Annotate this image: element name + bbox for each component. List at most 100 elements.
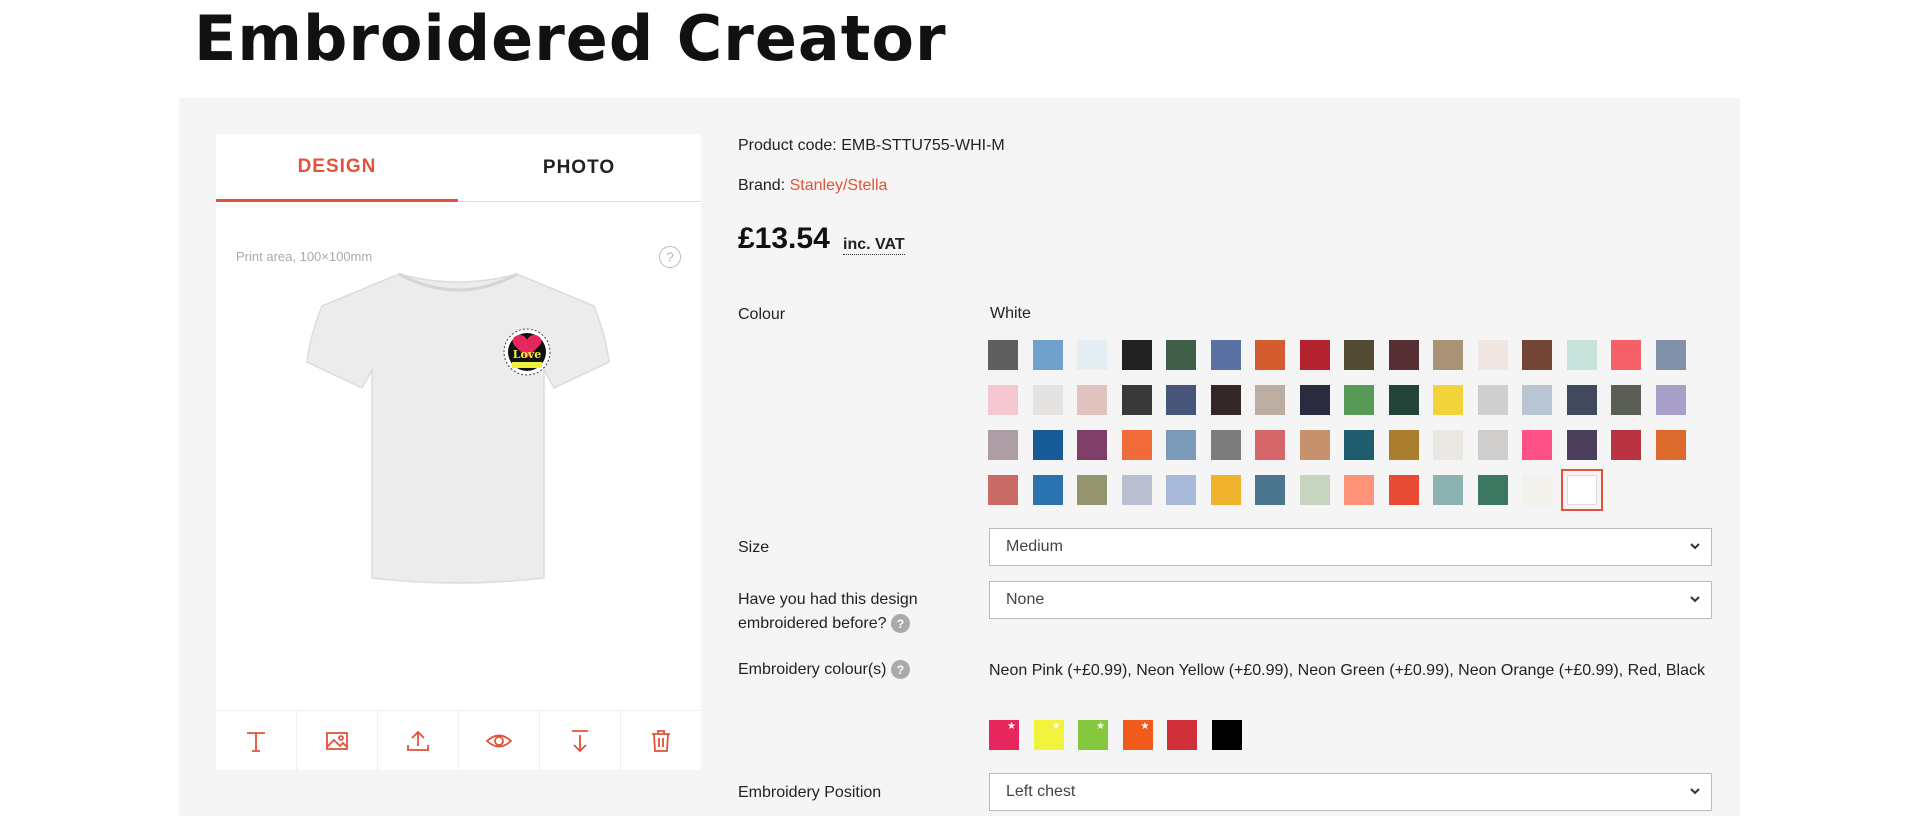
colour-swatch[interactable] [1388,430,1419,460]
embroidery-colour-swatch[interactable] [1167,720,1197,750]
colour-swatch[interactable] [1299,475,1330,505]
help-icon[interactable]: ? [891,614,910,634]
add-image-button[interactable] [297,711,378,770]
preview-card: DESIGN PHOTO Print area, 100×100mm ? Lov… [216,134,701,770]
colour-swatch[interactable] [988,385,1018,415]
colour-swatch[interactable] [1255,475,1285,505]
star-icon: ★ [1051,721,1061,732]
colour-swatch[interactable] [1077,475,1107,505]
embroidery-position-label: Embroidery Position [738,784,882,801]
colour-swatch[interactable] [1433,340,1463,370]
tab-photo[interactable]: PHOTO [458,134,700,202]
embroidery-logo[interactable]: Love [503,328,551,376]
colour-swatch[interactable] [1522,340,1552,370]
colour-swatch[interactable] [1566,430,1597,460]
upload-button[interactable] [378,711,459,770]
colour-swatch[interactable] [1611,340,1641,370]
chevron-down-icon [1690,543,1700,550]
colour-swatch[interactable] [1477,475,1508,505]
colour-swatch[interactable] [1166,430,1196,460]
embroidery-position-value: Left chest [1006,783,1076,800]
colour-swatch[interactable] [1566,340,1597,370]
colour-swatch[interactable] [1522,475,1552,505]
preview-button[interactable] [459,711,540,770]
brand-link[interactable]: Stanley/Stella [790,177,888,194]
colour-swatch[interactable] [1077,340,1107,370]
colour-swatch[interactable] [1344,385,1374,415]
size-select[interactable]: Medium [989,528,1712,566]
colour-swatch[interactable] [988,430,1018,460]
colour-swatch[interactable] [1255,340,1285,370]
colour-swatch[interactable] [1299,385,1330,415]
embroidered-before-select[interactable]: None [989,581,1712,619]
colour-swatch[interactable] [1210,385,1241,415]
embroidery-colour-swatch[interactable] [1211,720,1242,750]
colour-swatch[interactable] [988,475,1018,505]
colour-swatch[interactable] [1655,340,1686,370]
colour-swatch[interactable] [1477,430,1508,460]
colour-swatch[interactable] [1477,385,1508,415]
colour-swatch[interactable] [1566,385,1597,415]
colour-swatch[interactable] [1077,385,1107,415]
colour-swatch[interactable] [1255,430,1285,460]
colour-swatch[interactable] [1121,475,1152,505]
star-icon: ★ [1096,721,1105,732]
colour-swatch[interactable] [1655,385,1686,415]
delete-button[interactable] [621,711,701,770]
colour-swatch[interactable] [1210,340,1241,370]
colour-swatch[interactable] [1255,385,1285,415]
colour-swatch[interactable] [1388,340,1419,370]
colour-swatch[interactable] [1210,430,1241,460]
colour-swatch[interactable] [1032,340,1063,370]
embroidery-colours-text: Neon Pink (+£0.99), Neon Yellow (+£0.99)… [989,662,1705,679]
colour-swatch[interactable] [1655,430,1686,460]
colour-swatch[interactable] [1344,340,1374,370]
help-icon[interactable]: ? [659,246,681,268]
colour-swatch[interactable] [1121,385,1152,415]
embroidery-position-select[interactable]: Left chest [989,773,1712,811]
eye-icon [486,734,512,747]
colour-swatch[interactable] [1388,385,1419,415]
colour-swatch[interactable] [1166,385,1196,415]
text-icon [247,731,265,752]
colour-swatch[interactable] [1560,469,1603,511]
embroidery-colour-swatch[interactable]: ★ [989,720,1019,750]
colour-swatch[interactable] [1433,385,1463,415]
colour-swatch[interactable] [1077,430,1107,460]
colour-swatch[interactable] [1611,385,1641,415]
colour-swatch[interactable] [1522,385,1552,415]
logo-text: Love [513,348,541,361]
colour-swatch[interactable] [1388,475,1419,505]
colour-swatch[interactable] [1344,475,1374,505]
product-code: Product code: EMB-STTU755-WHI-M [738,137,1005,155]
colour-swatch[interactable] [1121,430,1152,460]
embroidery-colours-label: Embroidery colour(s) ? [738,658,910,682]
colour-swatch[interactable] [1166,475,1196,505]
colour-swatch[interactable] [1433,475,1463,505]
download-button[interactable] [540,711,621,770]
tshirt-preview: Love [306,272,610,584]
embroidery-colour-swatch[interactable]: ★ [1033,720,1064,750]
star-icon: ★ [1140,721,1150,732]
colour-swatch[interactable] [1032,385,1063,415]
tab-design[interactable]: DESIGN [216,134,458,202]
colour-swatch[interactable] [988,340,1018,370]
colour-swatch[interactable] [1166,340,1196,370]
add-text-button[interactable] [216,711,297,770]
colour-swatch[interactable] [1433,430,1463,460]
colour-swatch[interactable] [1032,430,1063,460]
colour-swatch[interactable] [1121,340,1152,370]
colour-swatch[interactable] [1344,430,1374,460]
colour-swatch[interactable] [1299,340,1330,370]
colour-swatch[interactable] [1299,430,1330,460]
help-icon[interactable]: ? [890,660,910,680]
embroidered-before-line1: Have you had this design [738,591,918,608]
colour-swatch[interactable] [1522,430,1552,460]
colour-swatch[interactable] [1611,430,1641,460]
colour-swatch[interactable] [1210,475,1241,505]
colour-swatch[interactable] [1477,340,1508,370]
vat-label[interactable]: inc. VAT [843,236,905,255]
embroidery-colour-swatch[interactable]: ★ [1078,720,1108,750]
embroidery-colour-swatch[interactable]: ★ [1122,720,1153,750]
colour-swatch[interactable] [1032,475,1063,505]
